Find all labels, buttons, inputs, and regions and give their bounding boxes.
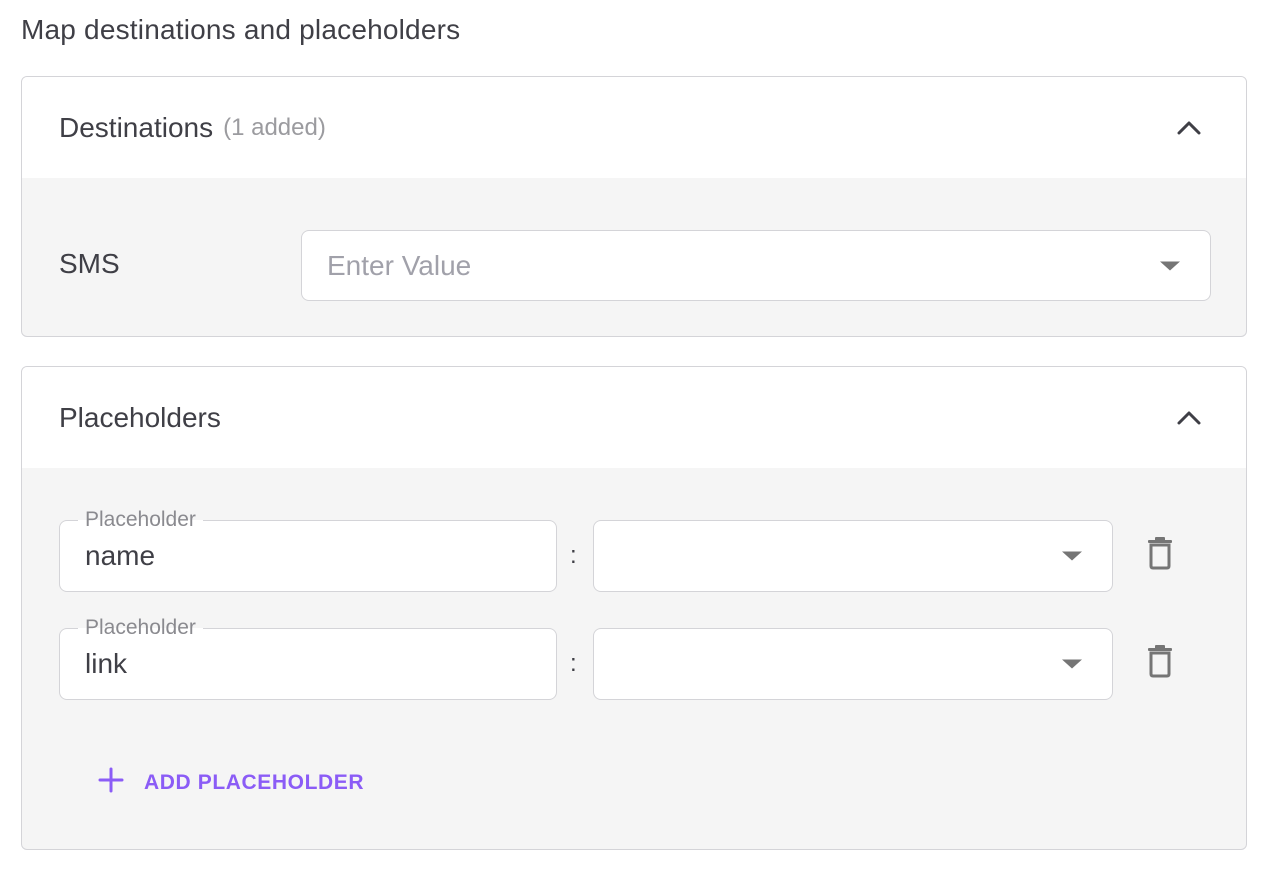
chevron-up-icon[interactable] [1174, 403, 1204, 433]
destinations-count: (1 added) [223, 113, 326, 141]
chevron-up-icon[interactable] [1174, 113, 1204, 143]
placeholder-key-value: name [85, 540, 156, 571]
separator: : [570, 650, 577, 677]
dropdown-caret-icon [1160, 261, 1180, 270]
placeholders-title: Placeholders [59, 401, 221, 433]
plus-icon [98, 767, 124, 798]
destination-value-placeholder: Enter Value [327, 249, 472, 281]
destination-label: SMS [59, 248, 120, 279]
placeholders-header[interactable]: Placeholders [22, 367, 1246, 468]
placeholder-key-field[interactable]: Placeholder name [59, 508, 557, 592]
placeholder-key-label: Placeholder [78, 508, 203, 532]
destinations-panel: Destinations (1 added) SMS Enter Value [21, 76, 1247, 337]
placeholders-panel: Placeholders Placeholder name : Placehol… [21, 366, 1247, 850]
page-title: Map destinations and placeholders [21, 14, 461, 45]
separator: : [570, 542, 577, 569]
placeholder-key-field[interactable]: Placeholder link [59, 616, 557, 700]
placeholder-key-label: Placeholder [78, 616, 203, 640]
destination-value-select[interactable]: Enter Value [301, 230, 1211, 301]
add-placeholder-button[interactable]: ADD PLACEHOLDER [98, 767, 364, 798]
placeholder-key-value: link [85, 648, 128, 679]
placeholder-value-select[interactable] [593, 520, 1113, 592]
destinations-title: Destinations [59, 111, 214, 143]
destinations-header[interactable]: Destinations (1 added) [22, 77, 1246, 178]
trash-icon[interactable] [1145, 536, 1175, 570]
add-placeholder-label: ADD PLACEHOLDER [144, 770, 365, 794]
trash-icon[interactable] [1145, 644, 1175, 678]
dropdown-caret-icon [1062, 551, 1082, 561]
dropdown-caret-icon [1062, 659, 1082, 669]
placeholder-value-select[interactable] [593, 628, 1113, 700]
destination-row-sms: SMS Enter Value [22, 178, 1246, 336]
